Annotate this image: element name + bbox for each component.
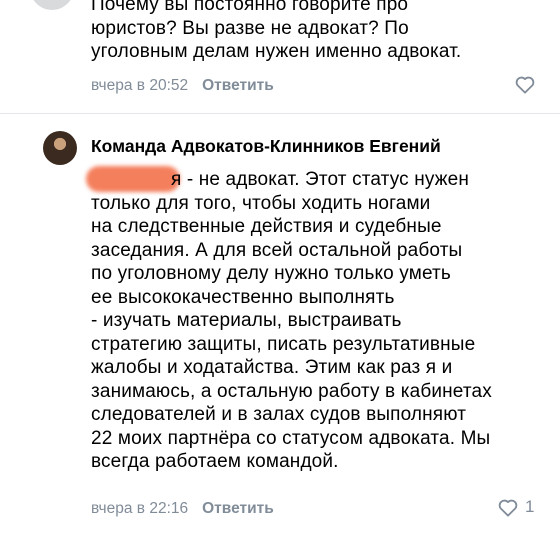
comment-meta: вчера в 20:52 Ответить: [91, 77, 274, 95]
comment-line: Почему вы постоянно говорите про: [91, 0, 409, 15]
comment-line: по уголовному делу нужно только уметь: [91, 263, 451, 284]
comment-line: на следственные действия и судебные: [91, 216, 442, 237]
comment-line: жалобы и ходатайства. Этим как раз я и: [91, 357, 453, 378]
like-button[interactable]: 1: [497, 497, 534, 517]
comment-line: юристов? Вы разве не адвокат? По: [91, 17, 409, 39]
comment-meta: вчера в 22:16 Ответить: [91, 500, 274, 518]
comment-line: ее высококачественно выполнять: [91, 286, 395, 308]
comment-time: вчера в 22:16: [91, 500, 189, 517]
heart-icon: [515, 76, 535, 94]
comment-line: только для того, чтобы ходить ногами: [91, 192, 431, 214]
comment-line: заседания. А для всей остальной работы: [91, 239, 463, 261]
avatar[interactable]: [30, 0, 74, 10]
comment-line: стратегию защиты, писать результативные: [91, 333, 476, 355]
heart-icon: [498, 499, 518, 517]
comment-line: занимаюсь, а остальную работу в кабинета…: [91, 380, 492, 402]
comment-time: вчера в 20:52: [91, 77, 189, 94]
comment-line: 22 моих партнёра со статусом адвоката. М…: [91, 427, 491, 449]
comment-line: следователей и в залах судов выполняют: [91, 404, 467, 425]
comment-text: Почему вы постоянно говорите про юристов…: [91, 0, 541, 64]
comment-line: всегда работаем командой.: [91, 451, 339, 472]
like-count: 1: [525, 497, 535, 516]
comment-line: я - не адвокат. Этот статус нужен: [171, 169, 469, 190]
author-avatar[interactable]: [43, 131, 77, 165]
author-name[interactable]: Команда Адвокатов-Клинников Евгений: [91, 136, 441, 157]
reply-button[interactable]: Ответить: [202, 77, 274, 95]
comment-text: я - не адвокат. Этот статус нужен только…: [91, 168, 541, 474]
comment-line: - изучать материалы, выстраивать: [91, 310, 402, 331]
like-button[interactable]: [514, 74, 536, 94]
reply-button[interactable]: Ответить: [202, 500, 274, 518]
divider: [0, 113, 560, 114]
comment-line: уголовным делам нужен именно адвокат.: [91, 41, 462, 62]
